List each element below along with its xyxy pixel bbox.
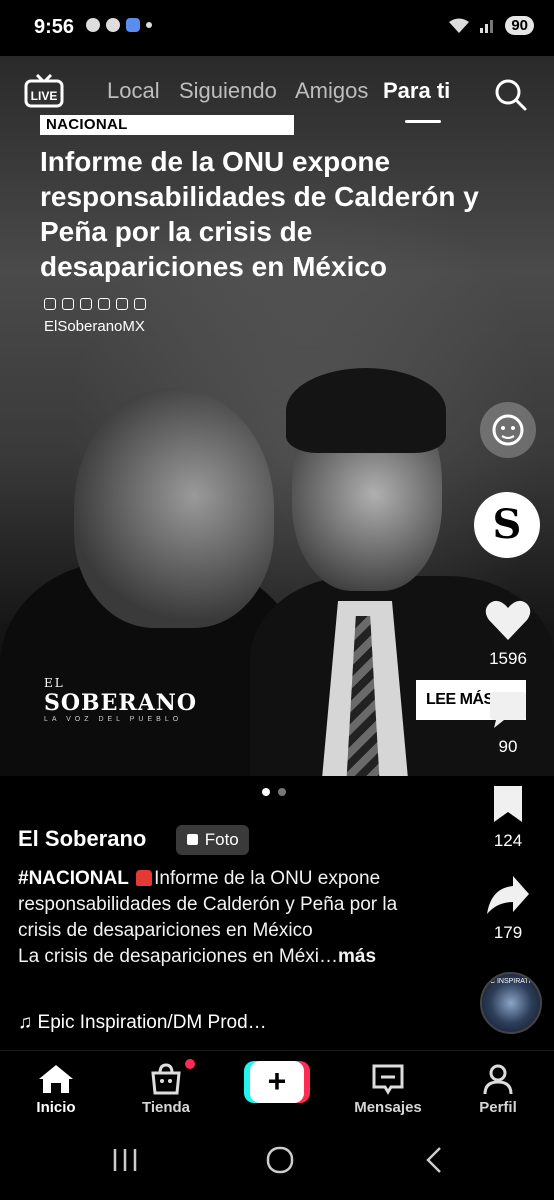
comment-icon [490,692,526,728]
status-time: 9:56 [34,16,75,38]
x-icon [62,298,74,310]
photo-badge: Foto [176,825,249,855]
share-icon [487,876,529,914]
brand-watermark: EL SOBERANO LA VOZ DEL PUEBLO [44,676,204,723]
person-right-hair [286,368,446,453]
instagram-icon [98,298,110,310]
carousel-dot [278,788,286,796]
save-button[interactable]: 124 [458,784,554,851]
bottom-nav: Inicio Tienda + Mensajes Perfil [0,1050,554,1124]
notification-icon [126,18,140,32]
caption-hashtag[interactable]: #NACIONAL [18,868,129,889]
shopping-bag-icon [151,1063,181,1095]
person-left-head [74,388,274,628]
save-count: 124 [493,831,523,850]
nav-perfil[interactable]: Perfil [448,1063,548,1116]
tab-local[interactable]: Local [107,78,160,104]
carousel-dot-active [262,788,270,796]
facebook-icon [44,298,56,310]
like-count: 1596 [489,649,527,668]
comment-button[interactable]: 90 [458,690,554,757]
more-notifications-icon [146,22,152,28]
comment-count: 90 [498,737,518,756]
music-disc[interactable]: IC INSPIRATI [480,972,542,1034]
creator-avatar[interactable]: S [474,492,540,558]
tab-siguiendo[interactable]: Siguiendo [179,78,277,104]
notification-icon [106,18,120,32]
live-icon[interactable]: LIVE [24,74,64,108]
heart-icon [485,600,531,640]
create-post-button[interactable]: + [244,1061,310,1103]
notification-badge [185,1059,195,1069]
music-track[interactable]: ♫ Epic Inspiration/DM Prod… [18,1012,267,1034]
share-count: 179 [493,923,523,942]
nav-mensajes[interactable]: Mensajes [338,1063,438,1116]
signal-icon [480,19,494,33]
post-headline: Informe de la ONU expone responsabilidad… [40,146,479,282]
notification-icons [86,18,152,32]
section-tag: NACIONAL [40,115,294,135]
music-disc-label: IC INSPIRATI [488,978,531,985]
watermark-slogan: LA VOZ DEL PUEBLO [44,716,183,723]
back-icon[interactable] [424,1146,444,1174]
nav-tienda-label: Tienda [141,1099,191,1116]
tiktok-icon [116,298,128,310]
status-right: 90 [449,16,534,35]
battery-indicator: 90 [505,16,534,35]
music-note-icon: ♫ [18,1012,33,1033]
photo-icon [187,834,198,845]
active-tab-indicator [405,120,441,123]
system-nav-bar [0,1124,554,1200]
siren-icon [136,870,153,886]
social-handle: ElSoberanoMX [44,318,145,335]
caption-second-line: La crisis de desapariciones en Méxi… [18,946,338,967]
nav-mensajes-label: Mensajes [354,1099,422,1116]
bookmark-icon [494,786,522,822]
svg-text:LIVE: LIVE [31,89,58,103]
tab-amigos[interactable]: Amigos [295,78,368,104]
photo-badge-label: Foto [204,830,239,849]
plus-icon: + [250,1061,304,1103]
youtube-icon [80,298,92,310]
music-track-name: Epic Inspiration/DM Prod… [37,1012,267,1033]
social-icons [44,298,146,310]
whatsapp-icon [134,298,146,310]
nav-inicio[interactable]: Inicio [6,1063,106,1116]
nav-inicio-label: Inicio [36,1099,76,1116]
nav-perfil-label: Perfil [479,1099,517,1116]
watermark-prefix: EL [44,676,65,690]
notification-icon [86,18,100,32]
home-icon [39,1065,73,1093]
home-button-icon[interactable] [266,1146,294,1174]
tab-para-ti[interactable]: Para ti [383,78,450,104]
caption-more-link[interactable]: más [338,946,376,967]
messages-icon [372,1064,404,1095]
wifi-icon [449,18,470,33]
like-button[interactable]: 1596 [458,598,554,669]
carousel-indicator [262,788,286,796]
author-name[interactable]: El Soberano [18,826,146,852]
emoji-reaction-button[interactable] [480,402,536,458]
nav-tienda[interactable]: Tienda [116,1063,216,1116]
watermark-name: SOBERANO [44,690,198,716]
profile-icon [483,1064,513,1095]
status-bar: 9:56 90 [0,0,554,56]
post-caption[interactable]: #NACIONAL Informe de la ONU expone respo… [18,866,438,970]
recent-apps-icon[interactable] [112,1146,138,1174]
search-icon[interactable] [492,76,528,112]
share-button[interactable]: 179 [458,874,554,943]
smiley-icon [492,414,524,446]
